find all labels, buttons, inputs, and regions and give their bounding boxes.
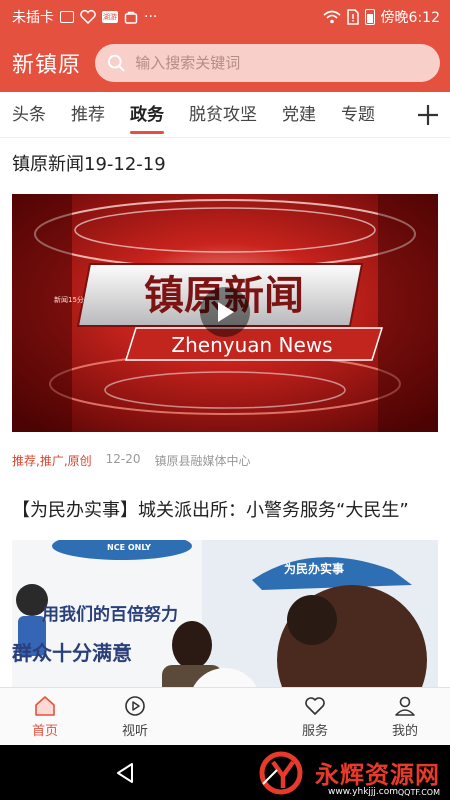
search-icon xyxy=(107,54,125,72)
news-tags: 推荐,推广,原创 xyxy=(12,454,92,468)
back-triangle-icon xyxy=(117,763,133,783)
thumbnail-small-text: 新闻15分 xyxy=(54,295,84,304)
news-title[interactable]: 【为民办实事】城关派出所：小警务服务“大民生” xyxy=(12,480,438,526)
status-right: 傍晚6:12 xyxy=(323,7,440,27)
header: 未插卡 湖游 ··· 傍晚6:12 新镇原 xyxy=(0,0,450,92)
notification-icon xyxy=(60,11,74,23)
thumbnail-photo: NCE ONLY 用我们的百倍努力 群众十分满意 为民办实事 xyxy=(12,540,438,687)
status-bar: 未插卡 湖游 ··· 傍晚6:12 xyxy=(0,0,450,34)
tab-government[interactable]: 政务 xyxy=(130,92,164,138)
search-box[interactable] xyxy=(95,44,440,82)
nav-services[interactable]: 服务 xyxy=(280,695,350,739)
nav-audiovisual[interactable]: 视听 xyxy=(100,695,170,739)
play-icon xyxy=(218,302,234,322)
thumbnail-subtitle: Zhenyuan News xyxy=(171,333,332,357)
news-card[interactable]: 镇原新闻19-12-19 镇原新闻 Zhenyuan News 新闻15分 推荐… xyxy=(0,139,450,472)
system-back-button[interactable] xyxy=(112,760,138,786)
play-button[interactable] xyxy=(200,287,250,337)
tab-recommended[interactable]: 推荐 xyxy=(71,92,105,138)
app-badge-icon: 湖游 xyxy=(102,11,118,23)
carrier-text: 未插卡 xyxy=(12,10,54,26)
watermark: 永辉资源网 www.yhkjjj.com QQTF.COM xyxy=(257,745,440,800)
plus-icon xyxy=(418,105,438,125)
category-tabs: 头条 推荐 政务 脱贫攻坚 党建 专题 xyxy=(0,92,450,138)
tab-party-building[interactable]: 党建 xyxy=(282,92,316,138)
thumbnail-banner: 为民办实事 xyxy=(284,561,344,576)
news-meta: 推荐,推广,原创 12-20 镇原县融媒体中心 xyxy=(12,432,438,472)
nav-audiovisual-label: 视听 xyxy=(121,724,148,739)
video-thumbnail[interactable]: 镇原新闻 Zhenyuan News 新闻15分 xyxy=(12,194,438,432)
thumbnail-wall-text-2: 群众十分满意 xyxy=(12,641,132,665)
watermark-text: 永辉资源网 xyxy=(315,761,440,789)
clock-text: 傍晚6:12 xyxy=(380,10,440,26)
nav-services-label: 服务 xyxy=(301,724,328,739)
card-divider xyxy=(0,472,450,480)
battery-icon xyxy=(364,9,375,25)
tab-topics[interactable]: 专题 xyxy=(341,92,375,138)
status-left: 未插卡 湖游 ··· xyxy=(12,7,157,27)
news-thumbnail[interactable]: NCE ONLY 用我们的百倍努力 群众十分满意 为民办实事 xyxy=(12,540,438,687)
app-screen: 未插卡 湖游 ··· 傍晚6:12 新镇原 头条 推荐 xyxy=(0,0,450,800)
home-icon xyxy=(35,696,55,716)
nav-profile[interactable]: 我的 xyxy=(370,695,440,739)
app-bar: 新镇原 xyxy=(0,34,450,92)
sim-alert-icon xyxy=(346,9,359,25)
heart-rate-icon xyxy=(80,10,96,24)
tab-headlines[interactable]: 头条 xyxy=(12,92,46,138)
add-tab-button[interactable] xyxy=(414,92,442,138)
news-date: 12-20 xyxy=(105,452,141,466)
system-nav-bar: 永辉资源网 www.yhkjjj.com QQTF.COM xyxy=(0,745,450,800)
heart-icon xyxy=(305,697,325,715)
thumbnail-wall-text-1: 用我们的百倍努力 xyxy=(42,604,178,625)
bag-icon xyxy=(124,11,138,24)
news-source: 镇原县融媒体中心 xyxy=(154,454,251,468)
play-circle-icon xyxy=(125,696,145,716)
nav-home[interactable]: 首页 xyxy=(10,695,80,739)
tab-poverty-alleviation[interactable]: 脱贫攻坚 xyxy=(189,92,257,138)
user-icon xyxy=(395,696,415,716)
bottom-nav: 首页 视听 服务 我的 xyxy=(0,687,450,745)
watermark-corner: QQTF.COM xyxy=(397,788,440,797)
more-notifications-icon: ··· xyxy=(144,9,158,25)
news-title[interactable]: 镇原新闻19-12-19 xyxy=(12,139,438,180)
app-logo: 新镇原 xyxy=(12,53,82,78)
search-input[interactable] xyxy=(135,54,428,72)
thumbnail-logo: NCE ONLY xyxy=(107,543,151,552)
nav-home-label: 首页 xyxy=(31,724,58,739)
watermark-url: www.yhkjjj.com xyxy=(328,787,398,797)
wifi-icon xyxy=(323,10,341,24)
news-feed[interactable]: 镇原新闻19-12-19 镇原新闻 Zhenyuan News 新闻15分 推荐… xyxy=(0,139,450,687)
news-card[interactable]: 【为民办实事】城关派出所：小警务服务“大民生” NCE ONLY 用我们的百倍努… xyxy=(0,480,450,687)
watermark-logo-icon xyxy=(259,751,303,794)
nav-profile-label: 我的 xyxy=(391,724,418,739)
